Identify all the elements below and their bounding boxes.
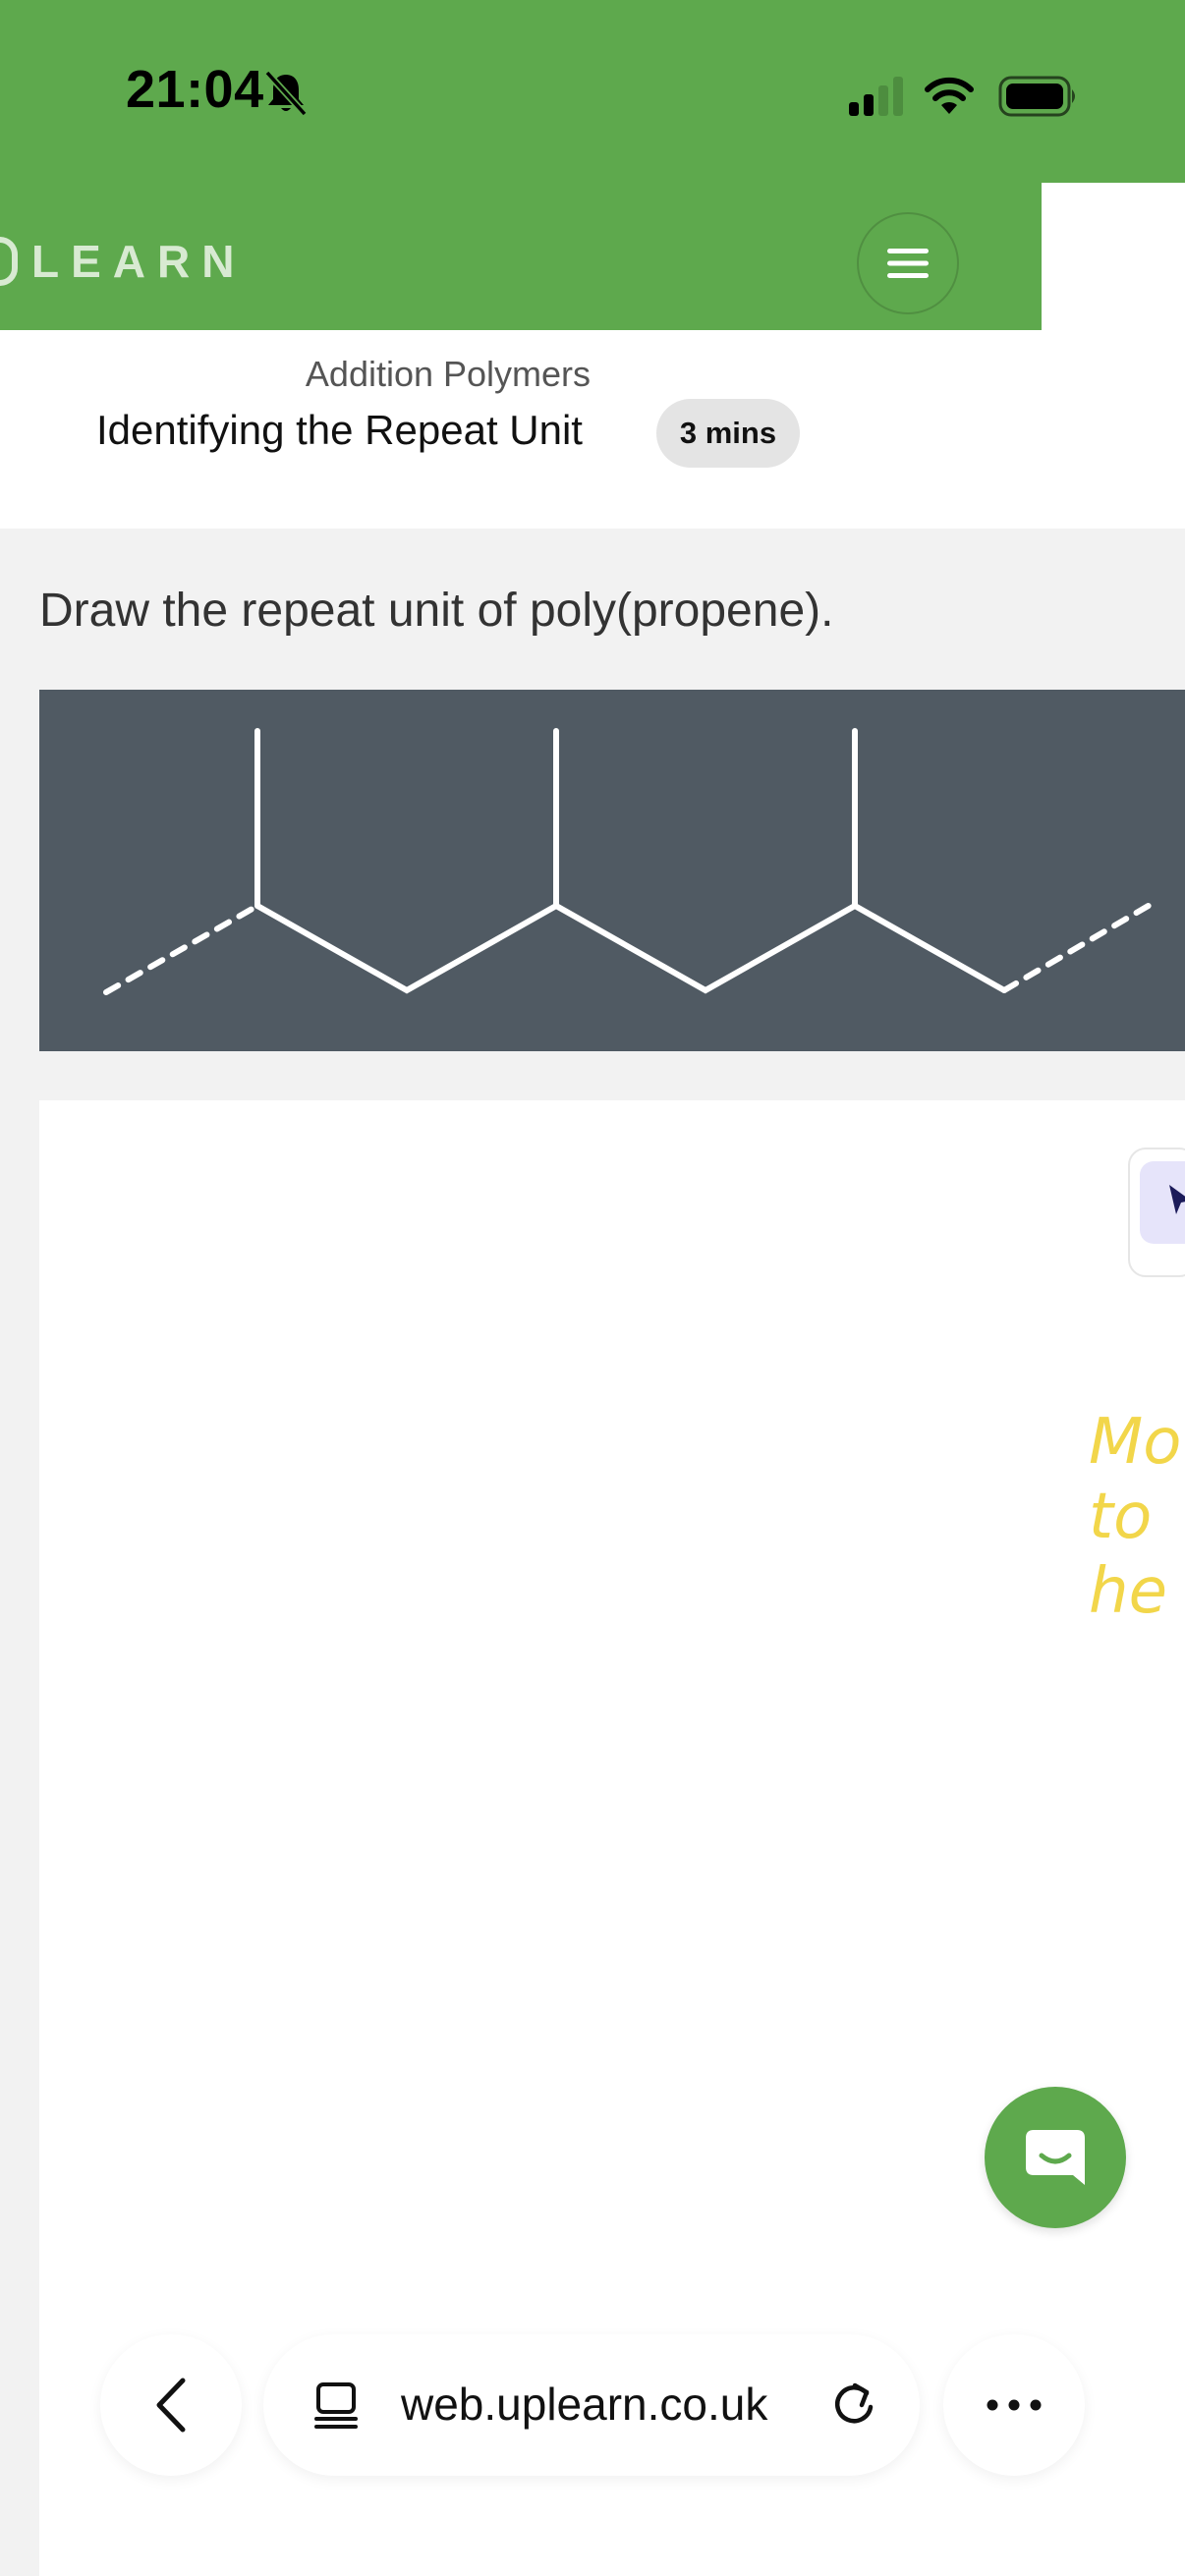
menu-button[interactable] bbox=[857, 212, 959, 314]
hint-line-1: Mo bbox=[1089, 1406, 1182, 1479]
question-text: Draw the repeat unit of poly(propene). bbox=[39, 585, 834, 637]
battery-icon bbox=[998, 76, 1075, 117]
signal-icon bbox=[849, 77, 903, 116]
duration-badge: 3 mins bbox=[656, 399, 800, 468]
browser-back-button[interactable] bbox=[100, 2334, 242, 2476]
canvas-hint-text: Mo to he bbox=[1089, 1405, 1181, 1629]
reload-icon[interactable] bbox=[829, 2380, 878, 2429]
hint-line-2: to bbox=[1089, 1481, 1153, 1553]
hint-line-3: he bbox=[1089, 1555, 1167, 1628]
brand-logo[interactable]: LEARN bbox=[0, 232, 246, 291]
url-text[interactable]: web.uplearn.co.uk bbox=[401, 2378, 767, 2431]
polymer-structure-figure bbox=[39, 690, 1185, 1051]
chevron-left-icon bbox=[156, 2378, 186, 2433]
chat-button[interactable] bbox=[985, 2087, 1126, 2228]
ellipsis-icon bbox=[987, 2399, 1042, 2411]
wifi-icon bbox=[925, 77, 974, 114]
dashed-bond-left bbox=[103, 903, 260, 995]
lesson-title: Identifying the Repeat Unit bbox=[96, 407, 583, 453]
dashed-bond-right bbox=[1001, 901, 1155, 993]
status-time: 21:04 bbox=[126, 60, 264, 119]
logo-mark bbox=[0, 237, 18, 286]
poly-propene-skeletal-diagram bbox=[103, 728, 1155, 995]
chat-bubble-icon bbox=[1026, 2130, 1085, 2185]
bell-muted-icon bbox=[264, 70, 308, 117]
cursor-icon bbox=[1169, 1185, 1185, 1214]
page-icon bbox=[314, 2382, 358, 2429]
more-options-button[interactable] bbox=[943, 2334, 1085, 2476]
header-right-area bbox=[1042, 183, 1185, 330]
topic-label: Addition Polymers bbox=[305, 354, 592, 394]
brand-text: LEARN bbox=[31, 236, 247, 287]
backbone-chain bbox=[254, 902, 1007, 994]
hamburger-menu-icon bbox=[887, 249, 929, 278]
